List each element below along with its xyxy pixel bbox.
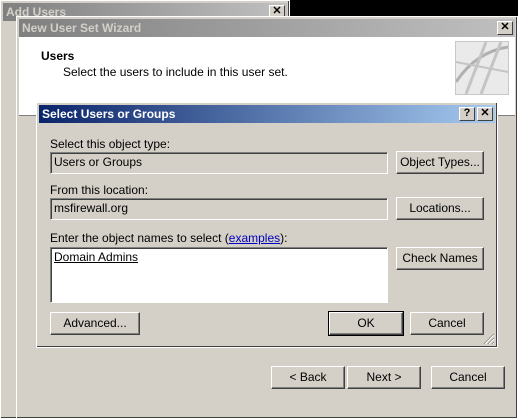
resize-grip-icon[interactable] [483, 333, 495, 345]
dialog-close-button[interactable]: ✕ [477, 107, 493, 121]
wizard-header-title: Users [41, 49, 75, 63]
names-label-suffix: ): [280, 231, 288, 245]
ok-button[interactable]: OK [328, 311, 404, 336]
select-users-title: Select Users or Groups [42, 107, 176, 121]
close-icon: ✕ [500, 21, 510, 33]
select-users-titlebar: Select Users or Groups ? ✕ [39, 105, 495, 123]
help-button[interactable]: ? [459, 107, 475, 121]
location-label: From this location: [50, 183, 149, 197]
wizard-next-button[interactable]: Next > [347, 366, 421, 389]
wizard-graphic-icon [455, 41, 509, 95]
wizard-title: New User Set Wizard [22, 21, 142, 35]
locations-button[interactable]: Locations... [396, 197, 484, 220]
names-input[interactable]: Domain Admins [50, 247, 388, 303]
select-users-dialog: Select Users or Groups ? ✕ Select this o… [36, 102, 498, 348]
check-names-button[interactable]: Check Names [396, 247, 484, 270]
names-label: Enter the object names to select (exampl… [50, 231, 287, 245]
dialog-cancel-button[interactable]: Cancel [410, 312, 484, 335]
object-types-button[interactable]: Object Types... [396, 151, 484, 174]
names-label-prefix: Enter the object names to select ( [50, 231, 229, 245]
wizard-header-subtitle: Select the users to include in this user… [63, 65, 288, 79]
wizard-close-button[interactable]: ✕ [497, 21, 513, 35]
examples-link[interactable]: examples [229, 231, 280, 245]
close-icon: ✕ [480, 107, 490, 119]
help-icon: ? [463, 107, 471, 119]
wizard-titlebar: New User Set Wizard ✕ [19, 19, 515, 37]
wizard-cancel-button[interactable]: Cancel [431, 366, 505, 389]
object-type-label: Select this object type: [50, 137, 171, 151]
location-field: msfirewall.org [50, 198, 388, 220]
advanced-button[interactable]: Advanced... [50, 312, 140, 335]
names-input-value: Domain Admins [54, 250, 139, 264]
object-type-field: Users or Groups [50, 152, 388, 174]
wizard-back-button[interactable]: < Back [271, 366, 345, 389]
